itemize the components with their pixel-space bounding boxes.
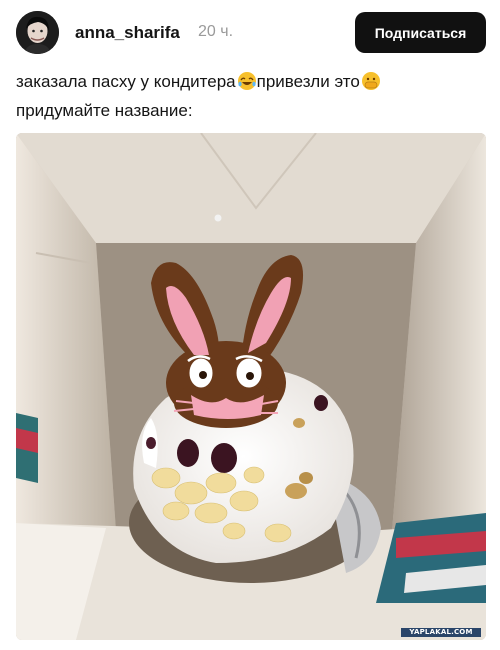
shocked-covering-mouth-emoji: [361, 71, 381, 98]
username[interactable]: anna_sharifa: [75, 23, 180, 43]
post-caption: заказала пасху у кондитера привезли это п…: [16, 69, 486, 123]
post-time: 20 ч.: [198, 23, 234, 40]
caption-text-1: заказала пасху у кондитера: [16, 72, 236, 91]
caption-line-2: придумайте название:: [16, 101, 193, 120]
subscribe-button[interactable]: Подписаться: [355, 12, 486, 53]
caption-text-2: привезли это: [256, 72, 360, 91]
avatar[interactable]: [16, 11, 59, 54]
watermark: YAPLAKAL.COM: [401, 628, 481, 637]
kulich-with-gingerbread-bunny-photo: [16, 133, 486, 640]
caption-line-1: заказала пасху у кондитера привезли это: [16, 69, 486, 98]
post-photo[interactable]: YAPLAKAL.COM: [16, 133, 486, 640]
post-header: anna_sharifa 20 ч. Подписаться: [0, 0, 500, 62]
rofl-emoji: [237, 71, 257, 98]
